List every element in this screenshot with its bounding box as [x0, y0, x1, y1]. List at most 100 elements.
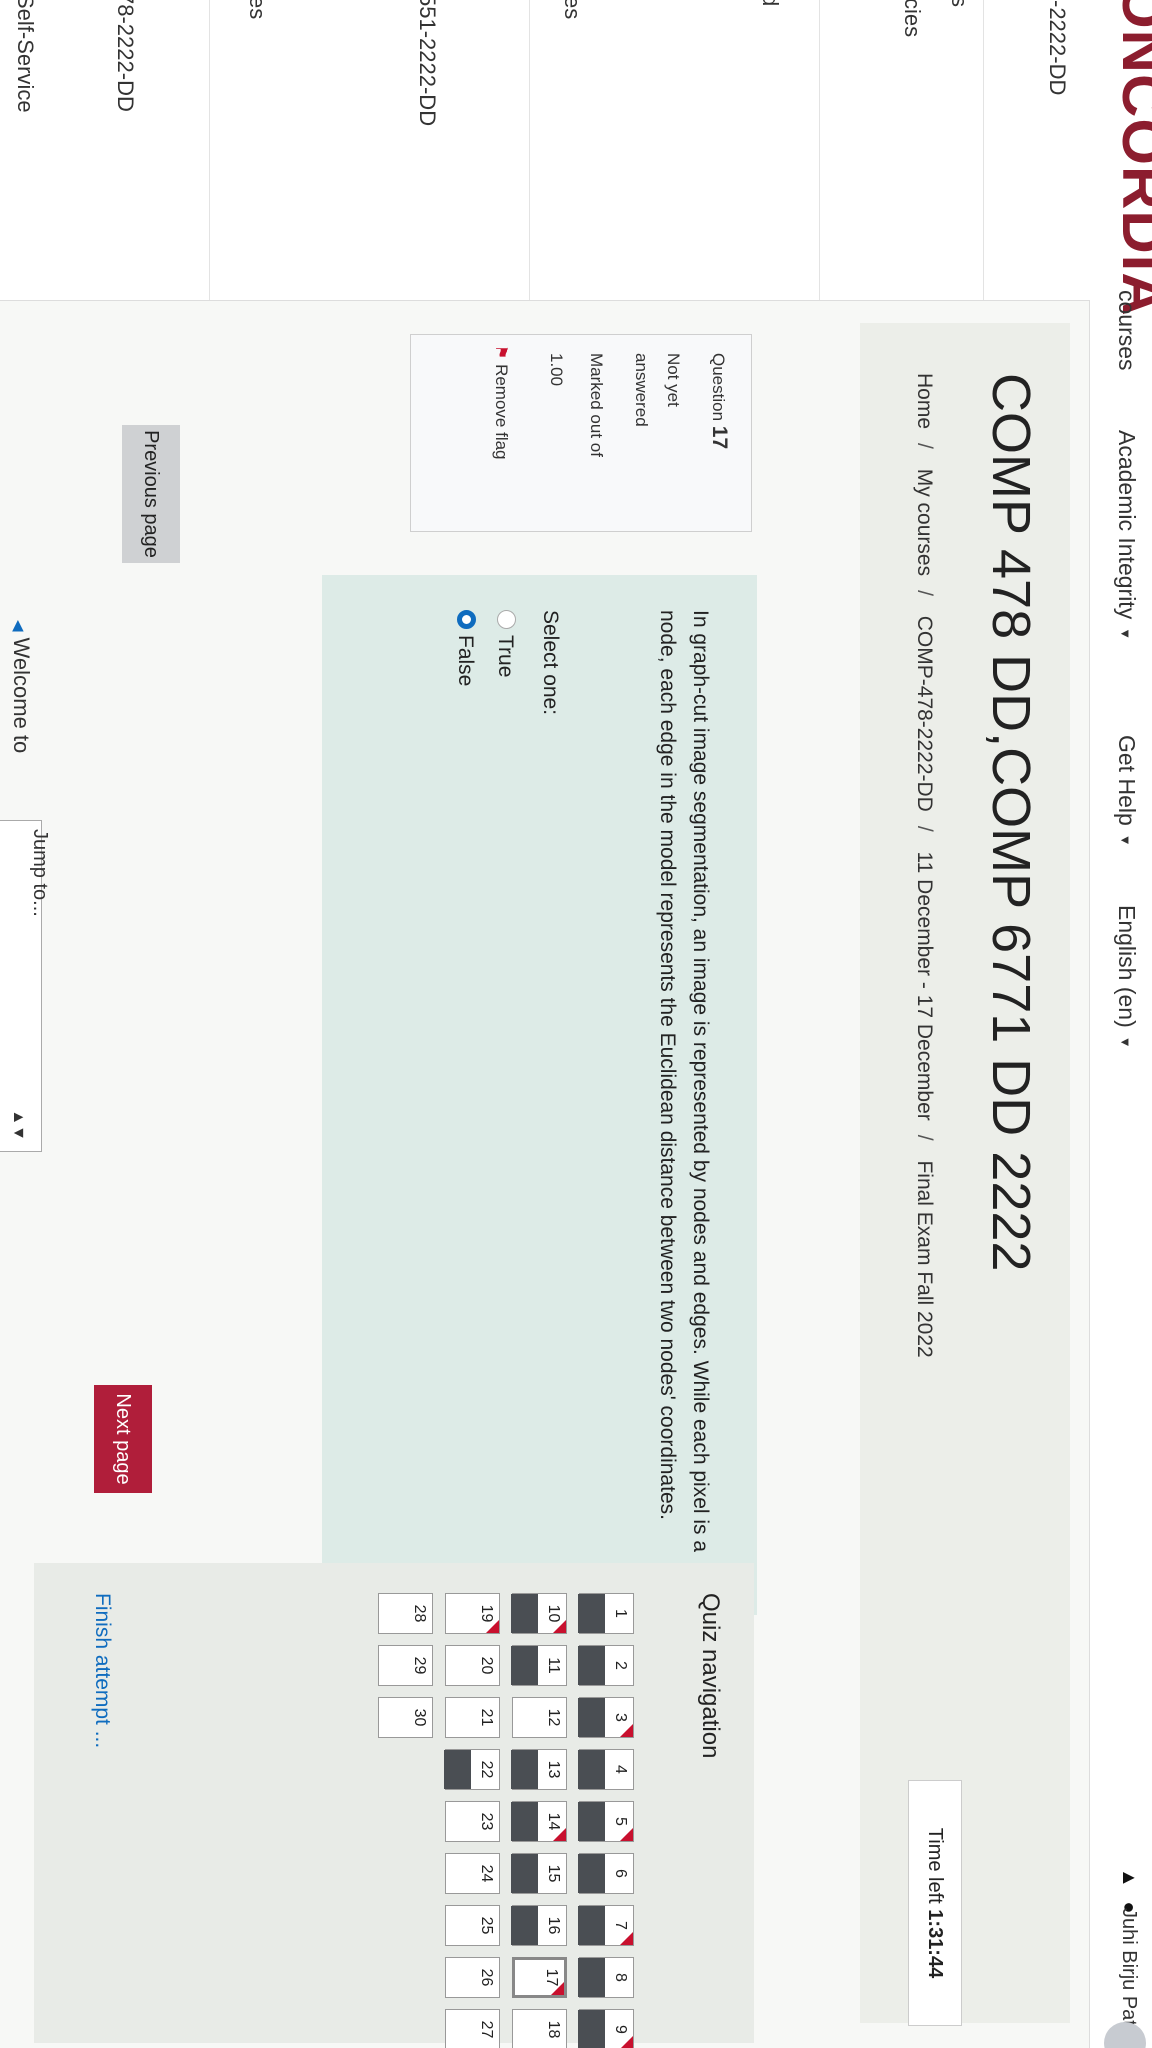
drawer-item[interactable]: -2222-DD — [1044, 0, 1070, 95]
quiz-nav-state — [578, 1698, 605, 1737]
toolbar-icons: ▲ ● — [1117, 1868, 1140, 1913]
quiz-nav-button-27[interactable]: 27 — [445, 2009, 500, 2048]
quiz-nav-button-1[interactable]: 1 — [578, 1593, 634, 1634]
quiz-nav-state — [444, 1854, 471, 1893]
quiz-nav-button-4[interactable]: 4 — [578, 1749, 634, 1790]
quiz-nav-button-3[interactable]: 3 — [578, 1697, 634, 1738]
jump-to-select[interactable]: Jump to... ▲▼ — [0, 820, 51, 1152]
quiz-nav-number: 26 — [478, 1968, 495, 1987]
radio-true[interactable] — [497, 610, 516, 629]
quiz-nav-button-15[interactable]: 15 — [511, 1853, 567, 1894]
quiz-nav-button-12[interactable]: 12 — [512, 1697, 567, 1738]
quiz-nav-button-20[interactable]: 20 — [445, 1645, 500, 1686]
drawer-item[interactable]: 78-2222-DD — [112, 0, 138, 112]
page-title: COMP 478 DD,COMP 6771 DD 2222 — [981, 373, 1041, 1272]
breadcrumb-week[interactable]: 11 December - 17 December — [913, 852, 936, 1121]
language-menu[interactable]: English (en) ▼ — [1113, 905, 1140, 1049]
quiz-nav-button-16[interactable]: 16 — [511, 1905, 567, 1946]
option-true[interactable]: True — [493, 610, 517, 677]
quiz-nav-button-14[interactable]: 14 — [511, 1801, 567, 1842]
quiz-nav-button-13[interactable]: 13 — [511, 1749, 567, 1790]
finish-attempt-link[interactable]: Finish attempt ... — [90, 1593, 114, 1748]
quiz-nav-button-9[interactable]: 9 — [578, 2009, 634, 2048]
quiz-nav-state — [377, 1698, 404, 1737]
bell-icon[interactable]: ▲ — [1118, 1868, 1140, 1888]
drawer-item[interactable]: cies — [899, 0, 925, 37]
breadcrumb: Home/ My courses/ COMP-478-2222-DD/ 11 D… — [913, 373, 936, 1358]
site-logo[interactable]: ONCORDIA — [1109, 0, 1152, 317]
drawer-item[interactable]: 551-2222-DD — [414, 0, 440, 126]
quiz-nav-button-23[interactable]: 23 — [445, 1801, 500, 1842]
quiz-nav-number: 1 — [612, 1609, 629, 1618]
quiz-nav-button-8[interactable]: 8 — [578, 1957, 634, 1998]
quiz-page: ONCORDIA courses Academic Integrity ▼ Get… — [0, 0, 1152, 2048]
drawer-item[interactable]: d — [757, 0, 783, 6]
flag-icon — [620, 1932, 633, 1945]
nav-academic-integrity[interactable]: Academic Integrity ▼ — [1113, 430, 1140, 640]
quiz-nav-state — [444, 1802, 471, 1841]
quiz-nav-button-30[interactable]: 30 — [378, 1697, 433, 1738]
jump-to-label: Jump to... — [29, 829, 51, 917]
quiz-nav-state — [444, 1594, 471, 1633]
quiz-nav-button-26[interactable]: 26 — [445, 1957, 500, 1998]
quiz-nav-state — [444, 1698, 471, 1737]
quiz-nav-button-29[interactable]: 29 — [378, 1645, 433, 1686]
radio-false[interactable] — [457, 610, 476, 629]
quiz-nav-button-22[interactable]: 22 — [444, 1749, 500, 1790]
option-false[interactable]: False — [453, 610, 477, 686]
quiz-nav-state — [377, 1646, 404, 1685]
previous-page-button[interactable]: Previous page — [122, 425, 180, 563]
quiz-nav-button-10[interactable]: 10 — [511, 1593, 567, 1634]
quiz-nav-state — [511, 1750, 538, 1789]
quiz-nav-state — [511, 1698, 538, 1737]
breadcrumb-quiz[interactable]: Final Exam Fall 2022 — [913, 1160, 936, 1357]
drawer-item[interactable]: es — [244, 0, 270, 19]
welcome-link[interactable]: ◀ Welcome to — [8, 620, 34, 753]
quiz-nav-button-19[interactable]: 19 — [445, 1593, 500, 1634]
drawer-item[interactable]: Self-Service — [12, 0, 38, 113]
quiz-nav-button-17[interactable]: 17 — [512, 1957, 567, 1998]
quiz-nav-button-5[interactable]: 5 — [578, 1801, 634, 1842]
mark-value: 1.00 — [547, 353, 566, 387]
quiz-nav-button-28[interactable]: 28 — [378, 1593, 433, 1634]
option-true-label: True — [494, 635, 517, 678]
quiz-nav-button-11[interactable]: 11 — [511, 1645, 567, 1686]
quiz-nav-state — [511, 1646, 538, 1685]
welcome-label: Welcome to — [9, 637, 34, 754]
quiz-nav-state — [444, 1958, 471, 1997]
time-left: Time left 1:31:44 — [908, 1780, 962, 2026]
breadcrumb-course[interactable]: COMP-478-2222-DD — [913, 616, 936, 812]
remove-flag-button[interactable]: ⚑ Remove flag — [491, 345, 511, 460]
breadcrumb-my-courses[interactable]: My courses — [913, 469, 936, 576]
nav-courses[interactable]: courses — [1113, 290, 1140, 371]
nav-get-help[interactable]: Get Help ▼ — [1113, 735, 1140, 847]
flag-icon — [553, 1828, 566, 1841]
quiz-nav-number: 2 — [612, 1661, 629, 1670]
quiz-nav-state — [578, 1646, 605, 1685]
flag-icon: ⚑ — [492, 345, 509, 360]
flag-icon — [551, 1982, 564, 1995]
question-number: Question 17 — [707, 353, 731, 449]
drawer-item[interactable]: es — [559, 0, 585, 19]
flag-icon — [620, 2036, 633, 2048]
quiz-nav-state — [509, 1960, 536, 1995]
quiz-nav-button-25[interactable]: 25 — [445, 1905, 500, 1946]
drawer-item[interactable]: s — [946, 0, 972, 7]
quiz-nav-button-21[interactable]: 21 — [445, 1697, 500, 1738]
quiz-nav-number: 4 — [612, 1765, 629, 1774]
chevron-down-icon: ▼ — [1118, 627, 1133, 641]
quiz-nav-state — [511, 1594, 538, 1633]
quiz-nav-button-7[interactable]: 7 — [578, 1905, 634, 1946]
remove-flag-label: Remove flag — [492, 364, 511, 460]
quiz-nav-button-24[interactable]: 24 — [445, 1853, 500, 1894]
quiz-nav-number: 11 — [545, 1657, 562, 1674]
quiz-nav-number: 18 — [545, 2020, 562, 2039]
breadcrumb-home[interactable]: Home — [913, 373, 936, 429]
quiz-nav-button-6[interactable]: 6 — [578, 1853, 634, 1894]
flag-icon — [553, 1620, 566, 1633]
next-page-button[interactable]: Next page — [94, 1385, 152, 1493]
quiz-nav-state — [578, 1750, 605, 1789]
quiz-nav-number: 20 — [478, 1656, 495, 1675]
quiz-nav-button-2[interactable]: 2 — [578, 1645, 634, 1686]
quiz-nav-button-18[interactable]: 18 — [512, 2009, 567, 2048]
